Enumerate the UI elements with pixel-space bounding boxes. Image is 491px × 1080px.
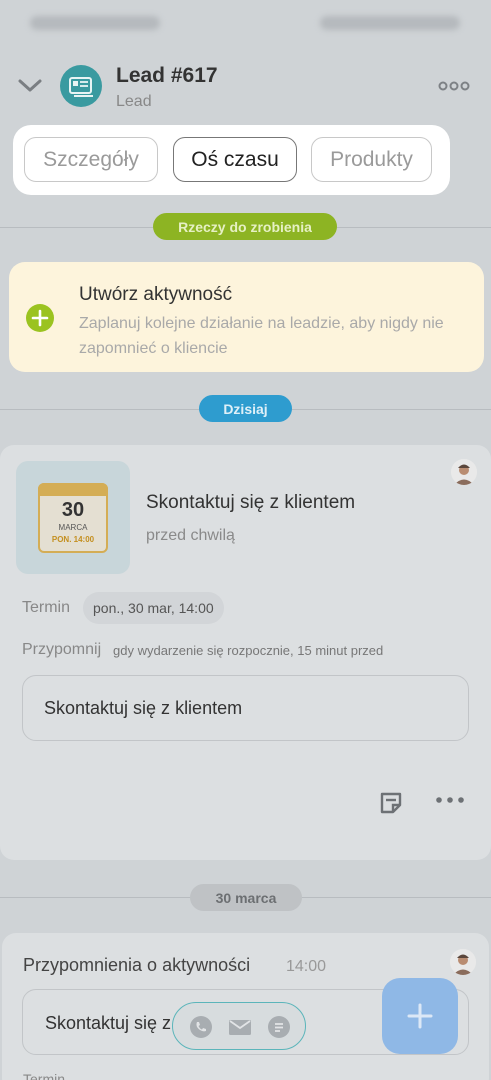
activity-note-text: Skontaktuj się z <box>45 1013 172 1033</box>
note-icon[interactable] <box>378 790 404 816</box>
activity-time: 14:00 <box>286 958 327 975</box>
tab-details[interactable]: Szczegóły <box>24 137 158 182</box>
activity-note-field[interactable]: Skontaktuj się z klientem <box>22 675 469 741</box>
tab-timeline[interactable]: Oś czasu <box>173 137 297 182</box>
activity-card[interactable]: 30 MARCA PON. 14:00 Skontaktuj się z kli… <box>0 445 491 860</box>
more-horizontal-icon[interactable] <box>434 794 466 806</box>
user-avatar <box>450 949 476 975</box>
date-pill: 30 marca <box>190 884 302 911</box>
calendar-icon: 30 MARCA PON. 14:00 <box>38 483 108 553</box>
activity-time: przed chwilą <box>146 527 235 544</box>
calendar-weekday-time: PON. 14:00 <box>51 535 95 544</box>
calendar-day: 30 <box>61 499 85 521</box>
mail-icon[interactable] <box>228 1015 252 1039</box>
create-activity-title: Utwórz aktywność <box>79 284 233 305</box>
status-bar <box>0 0 491 50</box>
activity-title: Przypomnienia o aktywności <box>23 955 251 975</box>
page-title: Lead #617 <box>116 64 218 87</box>
page-subtitle: Lead <box>116 93 152 110</box>
add-button[interactable] <box>382 978 458 1054</box>
calendar-tile: 30 MARCA PON. 14:00 <box>16 461 130 574</box>
activity-note-text: Skontaktuj się z klientem <box>44 698 243 718</box>
deadline-label: Termin <box>23 1071 66 1080</box>
chat-icon[interactable] <box>267 1015 291 1039</box>
header: Lead #617 Lead <box>0 50 491 120</box>
reminder-label: Przypomnij <box>22 641 102 658</box>
tabs-bar: Szczegóły Oś czasu Produkty <box>13 125 450 195</box>
calendar-month: MARCA <box>58 523 88 532</box>
deadline-chip[interactable]: pon., 30 mar, 14:00 <box>83 592 224 624</box>
communication-bar <box>172 1002 306 1050</box>
create-activity-card[interactable]: Utwórz aktywność Zaplanuj kolejne działa… <box>9 262 484 372</box>
create-activity-description: Zaplanuj kolejne działanie na leadzie, a… <box>79 315 444 357</box>
phone-icon[interactable] <box>189 1015 213 1039</box>
activity-title: Skontaktuj się z klientem <box>146 492 356 513</box>
deadline-label: Termin <box>22 599 71 616</box>
chevron-down-icon[interactable] <box>16 74 44 96</box>
todo-pill: Rzeczy do zrobienia <box>153 213 337 240</box>
plus-icon[interactable] <box>26 304 54 332</box>
lead-card-icon <box>60 65 102 107</box>
user-avatar <box>451 459 477 485</box>
more-horizontal-icon[interactable] <box>438 80 470 92</box>
tab-products[interactable]: Produkty <box>311 137 432 182</box>
reminder-value[interactable]: gdy wydarzenie się rozpocznie, 15 minut … <box>113 643 383 658</box>
today-pill: Dzisiaj <box>199 395 292 422</box>
add-icon <box>407 1003 433 1029</box>
